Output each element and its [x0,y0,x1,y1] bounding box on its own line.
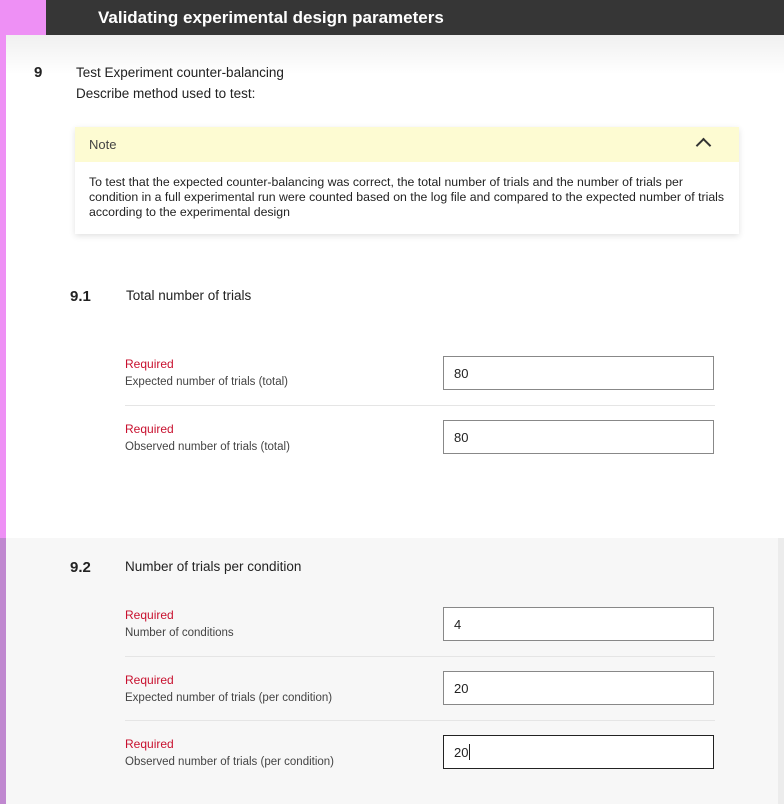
required-indicator: Required [125,357,174,371]
left-accent-stripe [0,0,6,538]
step-description: Describe method used to test: [76,86,256,101]
row-divider [125,720,715,721]
step-title: Test Experiment counter-balancing [76,65,284,80]
expected-per-condition-input[interactable] [443,671,714,705]
note-header[interactable]: Note [75,127,739,162]
field-label-observed-total: Observed number of trials (total) [125,441,290,453]
section-number-9-2: 9.2 [70,559,91,576]
observed-per-condition-input[interactable] [443,735,714,769]
required-indicator: Required [125,608,174,622]
required-indicator: Required [125,673,174,687]
row-divider [125,656,715,657]
field-label-observed-per-condition: Observed number of trials (per condition… [125,756,335,768]
step-number: 9 [34,64,43,81]
note-title: Note [89,137,117,152]
expected-total-trials-input[interactable] [443,356,714,390]
page-title: Validating experimental design parameter… [98,8,444,27]
required-indicator: Required [125,422,174,436]
note-body: To test that the expected counter-balanc… [89,175,725,219]
observed-total-trials-input[interactable] [443,420,714,454]
number-of-conditions-input[interactable] [443,607,714,641]
chevron-up-icon[interactable] [695,137,712,154]
section-title-9-2: Number of trials per condition [125,559,302,574]
note-card: Note To test that the expected counter-b… [75,127,739,234]
field-label-number-of-conditions: Number of conditions [125,627,234,639]
section-title-9-1: Total number of trials [126,288,252,303]
section-number-9-1: 9.1 [70,288,91,305]
scroll-edge [778,538,784,804]
required-indicator: Required [125,737,174,751]
header-accent-block [6,0,46,35]
header-bar: Validating experimental design parameter… [46,0,784,35]
text-cursor [469,744,470,760]
field-label-expected-total: Expected number of trials (total) [125,376,288,388]
row-divider [125,405,715,406]
field-label-expected-per-condition: Expected number of trials (per condition… [125,692,333,704]
